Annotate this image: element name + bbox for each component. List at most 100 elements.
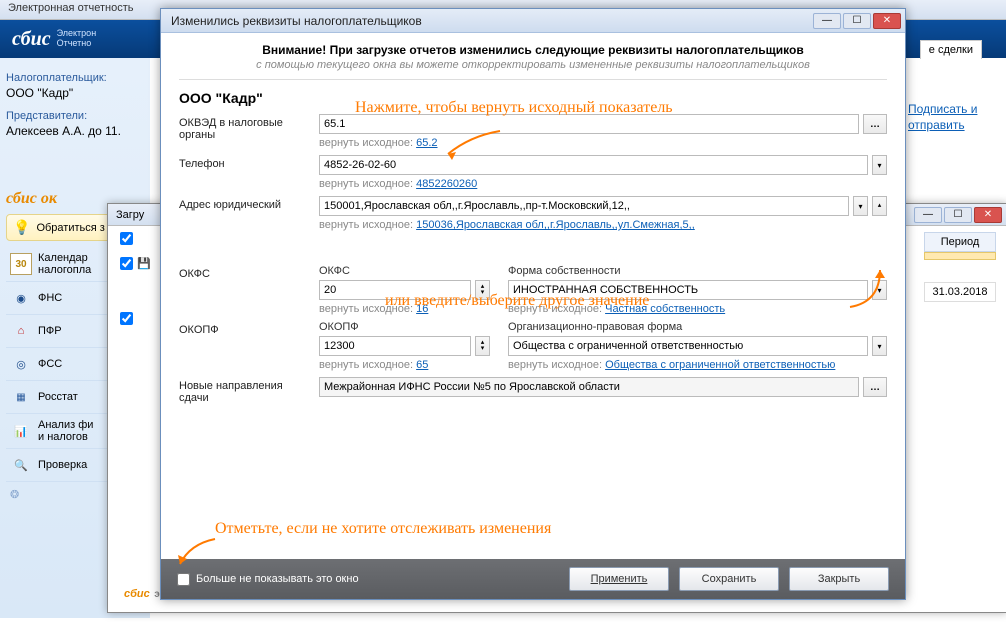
sidebar-item-label: Проверка	[38, 459, 87, 471]
dialog-titlebar: Изменились реквизиты налогоплательщиков …	[161, 9, 905, 33]
divider	[179, 79, 887, 80]
taxpayer-label: Налогоплательщик:	[6, 72, 144, 84]
dialog-window-buttons: — ☐ ✕	[813, 13, 901, 29]
dialog-footer: Больше не показывать это окно Применить …	[161, 559, 905, 599]
dialog-warning: Внимание! При загрузке отчетов изменилис…	[179, 43, 887, 57]
okopf-input[interactable]	[319, 336, 471, 356]
apply-button[interactable]: Применить	[569, 567, 669, 591]
okfs-input[interactable]	[319, 280, 471, 300]
legalform-sublabel: Организационно-правовая форма	[508, 321, 887, 333]
sidebar-item-label: Анализ фи и налогов	[38, 419, 93, 443]
legalform-revert-link[interactable]: Общества с ограниченной ответственностью	[605, 359, 835, 371]
address-spin-button[interactable]: ▴	[872, 196, 887, 216]
legalform-revert: вернуть исходное: Общества с ограниченно…	[508, 359, 887, 371]
ownform-dropdown-button[interactable]: ▾	[872, 280, 887, 300]
ownform-revert: вернуть исходное: Частная собственность	[508, 303, 887, 315]
row-okved: ОКВЭД в налоговые органы … вернуть исход…	[179, 114, 887, 149]
okopf-section-label: ОКОПФ	[179, 321, 309, 336]
ownform-input[interactable]	[508, 280, 868, 300]
dont-show-checkbox[interactable]	[177, 573, 190, 586]
legalform-input[interactable]	[508, 336, 868, 356]
secondary-window-buttons: — ☐ ✕	[914, 207, 1002, 223]
calendar-icon: 30	[10, 253, 32, 275]
magnifier-icon: 🔍	[10, 454, 32, 476]
okved-revert: вернуть исходное: 65.2	[319, 137, 887, 149]
close-button[interactable]: ✕	[974, 207, 1002, 223]
taxpayer-value: ООО "Кадр"	[6, 86, 144, 100]
sign-and-send-link[interactable]: Подписать и отправить	[908, 102, 996, 133]
phone-label: Телефон	[179, 155, 309, 170]
sec-checkbox-1[interactable]	[120, 232, 133, 245]
address-dropdown-button[interactable]: ▾	[853, 196, 868, 216]
right-panel: Подписать и отправить	[908, 60, 996, 133]
address-input[interactable]	[319, 196, 849, 216]
tab-deals[interactable]: е сделки	[920, 40, 982, 59]
dialog-body: Внимание! При загрузке отчетов изменилис…	[161, 33, 905, 561]
period-column-selected	[924, 252, 996, 260]
minimize-button[interactable]: —	[914, 207, 942, 223]
row-phone: Телефон ▾ вернуть исходное: 4852260260	[179, 155, 887, 190]
logo: сбис	[12, 28, 51, 51]
main-title: Электронная отчетность	[8, 2, 133, 14]
okved-revert-link[interactable]: 65.2	[416, 137, 437, 149]
send-label: Новые направления сдачи	[179, 377, 309, 404]
sidebar-item-label: Календар налогопла	[38, 252, 91, 276]
okved-browse-button[interactable]: …	[863, 114, 887, 134]
row-address: Адрес юридический ▾ ▴ вернуть исходное: …	[179, 196, 887, 231]
phone-revert: вернуть исходное: 4852260260	[319, 178, 887, 190]
rosstat-icon: ▦	[10, 386, 32, 408]
close-button[interactable]: Закрыть	[789, 567, 889, 591]
sidebar-item-label: ФСС	[38, 358, 62, 370]
fss-icon: ◎	[10, 353, 32, 375]
reps-value: Алексеев А.А. до 11.	[6, 124, 144, 138]
address-revert-link[interactable]: 150036,Ярославская обл,,г.Ярославль,,ул.…	[416, 219, 695, 231]
okfs-spin-button[interactable]: ▴▾	[475, 280, 490, 300]
logo-subtitle: Электрон Отчетно	[57, 29, 97, 49]
phone-dropdown-button[interactable]: ▾	[872, 155, 887, 175]
org-name: ООО "Кадр"	[179, 90, 887, 106]
okopf-revert-link[interactable]: 65	[416, 359, 428, 371]
save-button[interactable]: Сохранить	[679, 567, 779, 591]
okopf-spin-button[interactable]: ▴▾	[475, 336, 490, 356]
sidebar-item-label: ФНС	[38, 292, 62, 304]
sec-checkbox-2[interactable]	[120, 257, 133, 270]
maximize-button[interactable]: ☐	[944, 207, 972, 223]
okopf-revert: вернуть исходное: 65	[319, 359, 490, 371]
row-okfs: ОКФС ОКФС ▴▾ вернуть исходное: 16 Форма …	[179, 265, 887, 315]
contact-support-label: Обратиться з	[36, 222, 104, 234]
dialog-close-button[interactable]: ✕	[873, 13, 901, 29]
secondary-title: Загру	[116, 209, 144, 221]
address-revert: вернуть исходное: 150036,Ярославская обл…	[319, 219, 887, 231]
row-okopf: ОКОПФ ОКОПФ ▴▾ вернуть исходное: 65 Орга…	[179, 321, 887, 371]
secondary-footer-logo: сбис э	[124, 581, 160, 602]
okved-input[interactable]	[319, 114, 859, 134]
address-label: Адрес юридический	[179, 196, 309, 211]
legalform-dropdown-button[interactable]: ▾	[872, 336, 887, 356]
send-browse-button[interactable]: …	[863, 377, 887, 397]
period-column-header: Период	[924, 232, 996, 252]
reps-label: Представители:	[6, 110, 144, 122]
chart-icon: 📊	[10, 420, 32, 442]
lightbulb-icon: 💡	[13, 219, 30, 236]
okfs-sublabel: ОКФС	[319, 265, 490, 277]
dialog-minimize-button[interactable]: —	[813, 13, 841, 29]
dialog-maximize-button[interactable]: ☐	[843, 13, 871, 29]
dialog-subwarning: с помощью текущего окна вы можете откорр…	[179, 59, 887, 71]
secondary-checklist: 💾	[120, 232, 151, 325]
sidebar-item-label: Росстат	[38, 391, 78, 403]
row-send-directions: Новые направления сдачи …	[179, 377, 887, 404]
pfr-icon: ⌂	[10, 320, 32, 342]
requisites-changed-dialog: Изменились реквизиты налогоплательщиков …	[160, 8, 906, 600]
period-date-cell: 31.03.2018	[924, 282, 996, 302]
okved-label: ОКВЭД в налоговые органы	[179, 114, 309, 141]
dont-show-label: Больше не показывать это окно	[196, 573, 359, 585]
sec-checkbox-3[interactable]	[120, 312, 133, 325]
okopf-sublabel: ОКОПФ	[319, 321, 490, 333]
send-input[interactable]	[319, 377, 859, 397]
ownform-revert-link[interactable]: Частная собственность	[605, 303, 725, 315]
okfs-revert-link[interactable]: 16	[416, 303, 428, 315]
disk-icon: 💾	[137, 257, 151, 270]
phone-revert-link[interactable]: 4852260260	[416, 178, 477, 190]
phone-input[interactable]	[319, 155, 868, 175]
ownform-sublabel: Форма собственности	[508, 265, 887, 277]
